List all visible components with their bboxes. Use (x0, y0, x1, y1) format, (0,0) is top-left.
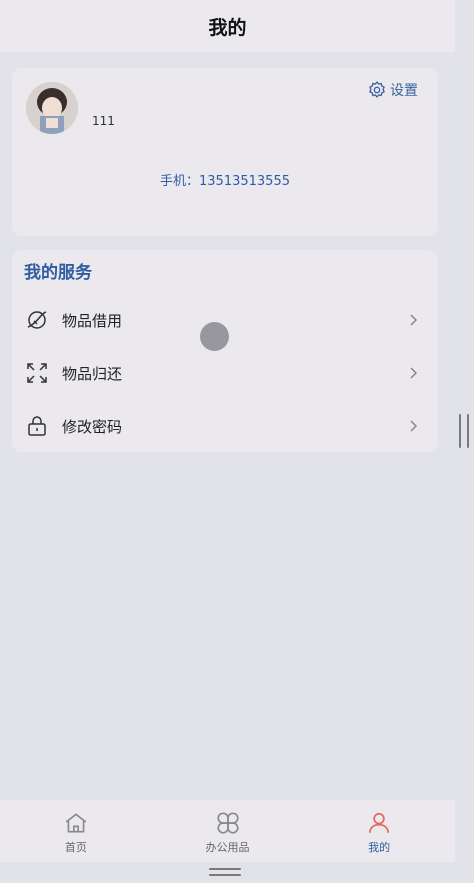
planet-icon (24, 307, 50, 333)
service-item-return[interactable]: 物品归还 (12, 353, 438, 393)
nav-item-office-supplies[interactable]: 办公用品 (152, 800, 304, 862)
gear-icon (369, 81, 385, 98)
nav-label: 我的 (368, 841, 391, 854)
top-bar: 我的 (0, 0, 455, 52)
profile-card: 111 设置 手机：13513513555 (12, 68, 438, 236)
chevron-right-icon (410, 420, 418, 432)
settings-label: 设置 (390, 83, 418, 99)
nav-item-mine[interactable]: 我的 (303, 800, 455, 862)
username: 111 (92, 114, 115, 128)
chevron-right-icon (410, 314, 418, 326)
lock-icon (24, 413, 50, 439)
touch-indicator (200, 322, 229, 351)
resize-handle-vertical[interactable] (459, 414, 469, 448)
settings-button[interactable]: 设置 (367, 80, 418, 100)
phone-number: 13513513555 (199, 174, 290, 189)
bottom-nav: 首页 办公用品 我的 (0, 800, 455, 862)
phone-row: 手机：13513513555 (12, 170, 438, 189)
service-item-label: 物品归还 (62, 364, 123, 383)
avatar[interactable] (26, 82, 78, 134)
home-icon (65, 813, 87, 833)
phone-label: 手机： (160, 174, 200, 189)
expand-icon (24, 360, 50, 386)
resize-handle-horizontal[interactable] (209, 868, 241, 876)
nav-item-home[interactable]: 首页 (0, 800, 152, 862)
nav-label: 首页 (64, 841, 87, 854)
avatar-image (26, 82, 78, 134)
service-item-change-password[interactable]: 修改密码 (12, 406, 438, 446)
grid-icon (216, 812, 239, 834)
chevron-right-icon (410, 367, 418, 379)
service-item-label: 修改密码 (62, 417, 123, 436)
services-title: 我的服务 (24, 263, 92, 283)
page-title: 我的 (208, 16, 247, 39)
nav-label: 办公用品 (205, 841, 250, 854)
user-icon (369, 812, 390, 833)
services-card: 我的服务 物品借用 物品归还 修改密码 (12, 250, 438, 452)
service-item-label: 物品借用 (62, 311, 123, 330)
